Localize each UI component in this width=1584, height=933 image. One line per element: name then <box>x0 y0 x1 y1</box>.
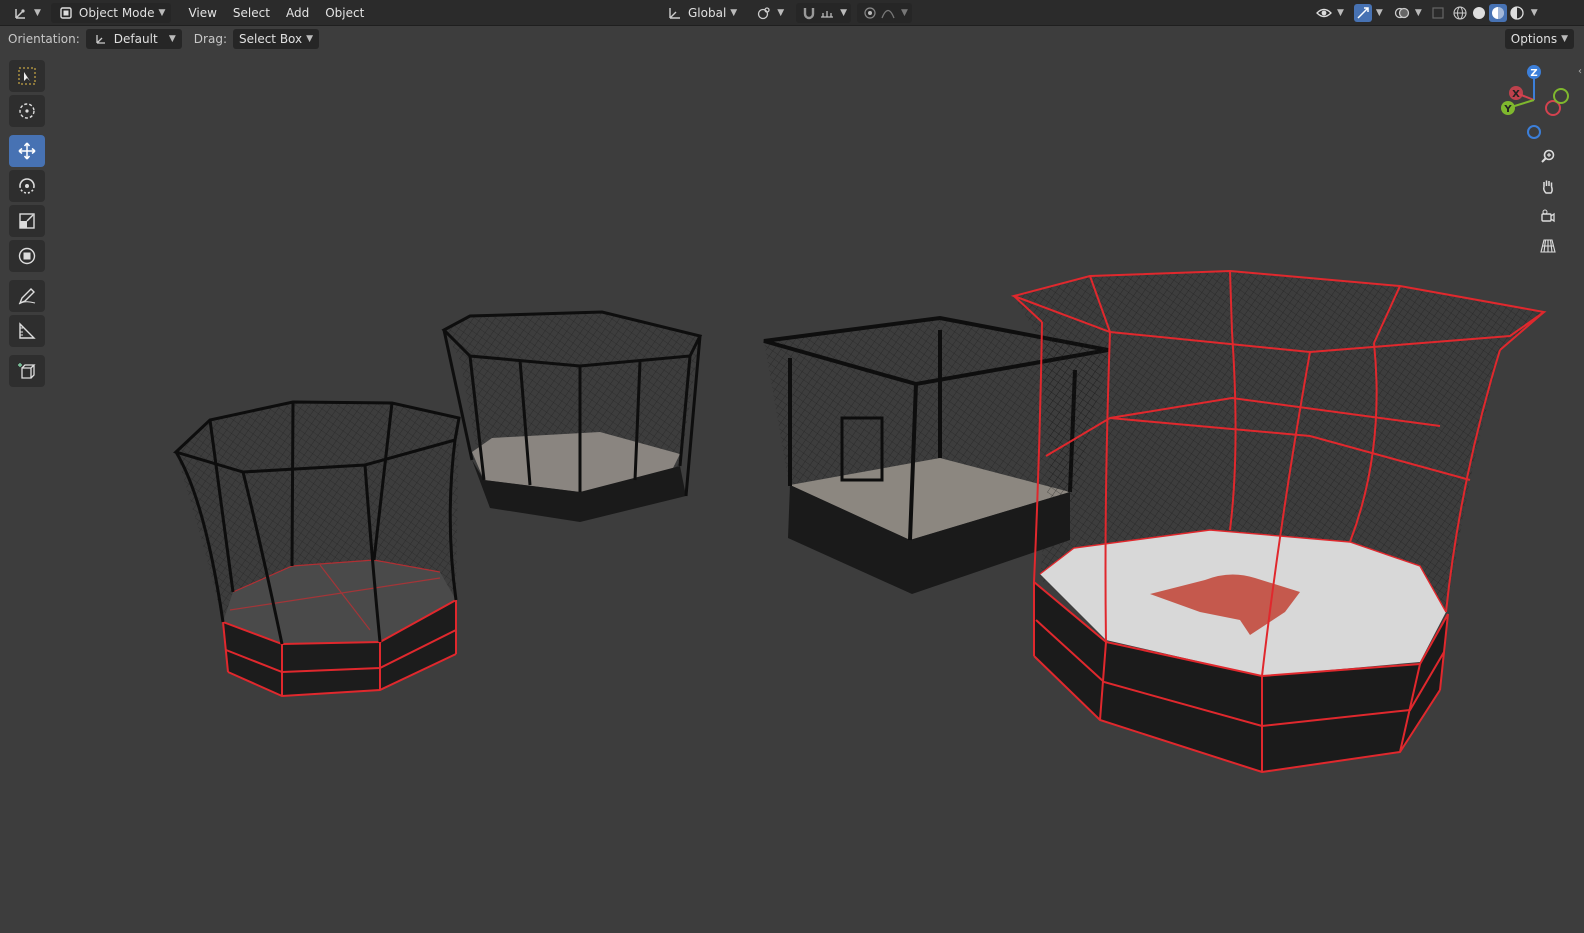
menu-object[interactable]: Object <box>318 3 371 23</box>
snap-increment-icon <box>818 4 836 22</box>
grid-perspective-icon <box>1540 239 1556 253</box>
hand-icon <box>1543 180 1553 194</box>
orientation-value: Default <box>113 32 158 46</box>
editor-type-button[interactable]: ▼ <box>6 3 47 23</box>
transform-axes-icon <box>666 4 684 22</box>
gizmo-z-label: Z <box>1530 68 1537 79</box>
options-dropdown[interactable]: Options ▼ <box>1504 29 1574 49</box>
orientation-icon <box>92 30 110 48</box>
chevron-down-icon[interactable]: ▼ <box>1531 8 1538 18</box>
falloff-curve-icon <box>879 4 897 22</box>
chevron-down-icon: ▼ <box>306 34 314 44</box>
visibility-dropdown[interactable]: ▼ <box>1312 3 1347 23</box>
perspective-toggle-button[interactable] <box>1536 234 1560 258</box>
options-label: Options <box>1510 32 1558 46</box>
navigation-gizmo[interactable]: Z X Y <box>1498 60 1570 150</box>
tool-annotate[interactable] <box>9 280 45 312</box>
sidebar-toggle-arrow[interactable]: ‹ <box>1578 66 1582 77</box>
mode-dropdown[interactable]: Object Mode ▼ <box>50 2 172 23</box>
solid-shading-icon[interactable] <box>1470 4 1488 22</box>
select-box-icon <box>18 67 36 85</box>
tool-add-cube[interactable] <box>9 355 45 387</box>
gizmo-x-label: X <box>1512 89 1520 100</box>
menu-add[interactable]: Add <box>279 3 316 23</box>
wireframe-shading-icon[interactable] <box>1451 4 1469 22</box>
cage-square-small[interactable] <box>441 310 703 522</box>
chevron-down-icon: ▼ <box>777 7 785 18</box>
mode-label: Object Mode <box>78 5 155 20</box>
viewport-header: ▼ Object Mode ▼ View Select Add Object G… <box>0 0 1584 26</box>
cage-octagon-large[interactable] <box>1010 269 1547 774</box>
tool-scale[interactable] <box>9 205 45 237</box>
rendered-shading-icon[interactable] <box>1508 4 1526 22</box>
transform-orientation-label: Global <box>688 5 727 20</box>
rotate-icon <box>19 178 35 194</box>
camera-view-button[interactable] <box>1536 204 1560 228</box>
tool-measure[interactable] <box>9 315 45 347</box>
pivot-icon <box>755 4 773 22</box>
tool-select-box[interactable] <box>9 60 45 92</box>
chevron-down-icon: ▼ <box>168 34 176 44</box>
chevron-down-icon: ▼ <box>34 7 41 18</box>
tool-settings-header: Orientation: Default ▼ Drag: Select Box … <box>0 27 1584 51</box>
gizmo-y-label: Y <box>1503 104 1512 115</box>
overlays-toggle[interactable]: ▼ <box>1390 3 1425 23</box>
eye-icon <box>1315 4 1333 22</box>
menu-select[interactable]: Select <box>226 3 277 23</box>
transform-icon <box>18 247 36 265</box>
chevron-down-icon: ▼ <box>1375 7 1383 18</box>
tool-transform[interactable] <box>9 240 45 272</box>
chevron-down-icon: ▼ <box>1337 7 1344 18</box>
left-toolbar <box>9 60 47 390</box>
chevron-down-icon: ▼ <box>730 7 738 18</box>
menu-view[interactable]: View <box>181 3 223 23</box>
drag-label: Drag: <box>193 32 227 46</box>
annotate-pencil-icon <box>18 288 36 305</box>
cage-octagon-small[interactable] <box>173 400 461 698</box>
3d-viewport[interactable] <box>0 52 1584 933</box>
shading-mode-group: ▼ <box>1451 3 1538 22</box>
gizmo-neg-z-handle[interactable] <box>1527 125 1541 139</box>
tool-move[interactable] <box>9 135 45 167</box>
chevron-down-icon: ▼ <box>158 7 166 18</box>
zoom-button[interactable] <box>1536 144 1560 168</box>
chevron-down-icon: ▼ <box>1414 7 1422 18</box>
material-shading-icon[interactable] <box>1488 3 1507 22</box>
gizmo-icon <box>1353 3 1372 22</box>
transform-orientation-dropdown[interactable]: Global ▼ <box>660 3 743 23</box>
magnet-icon <box>800 4 818 22</box>
chevron-down-icon: ▼ <box>901 7 908 18</box>
snap-toggle[interactable]: ▼ <box>796 2 852 23</box>
overlays-icon <box>1393 4 1411 22</box>
move-icon <box>18 142 36 160</box>
cursor-icon <box>19 103 35 119</box>
gizmo-toggle[interactable]: ▼ <box>1351 3 1386 23</box>
orientation-dropdown[interactable]: Default ▼ <box>85 29 182 49</box>
camera-icon <box>1541 209 1555 223</box>
add-cube-icon <box>18 363 36 379</box>
tool-rotate[interactable] <box>9 170 45 202</box>
proportional-icon <box>861 4 879 22</box>
proportional-editing-toggle[interactable]: ▼ <box>857 2 912 23</box>
object-mode-icon <box>57 4 75 22</box>
gizmo-neg-y-handle[interactable] <box>1553 88 1569 104</box>
zoom-magnifier-icon <box>1541 149 1555 163</box>
pivot-point-dropdown[interactable]: ▼ <box>749 3 790 23</box>
drag-dropdown[interactable]: Select Box ▼ <box>232 29 320 49</box>
orientation-label: Orientation: <box>8 32 80 46</box>
axes-icon <box>12 4 30 22</box>
tool-cursor[interactable] <box>9 95 45 127</box>
drag-value: Select Box <box>238 32 303 46</box>
measure-ruler-icon <box>19 322 36 339</box>
pan-button[interactable] <box>1536 174 1560 198</box>
xray-icon[interactable] <box>1429 4 1447 22</box>
chevron-down-icon: ▼ <box>1561 34 1568 44</box>
chevron-down-icon: ▼ <box>840 7 848 18</box>
scale-icon <box>19 213 35 229</box>
